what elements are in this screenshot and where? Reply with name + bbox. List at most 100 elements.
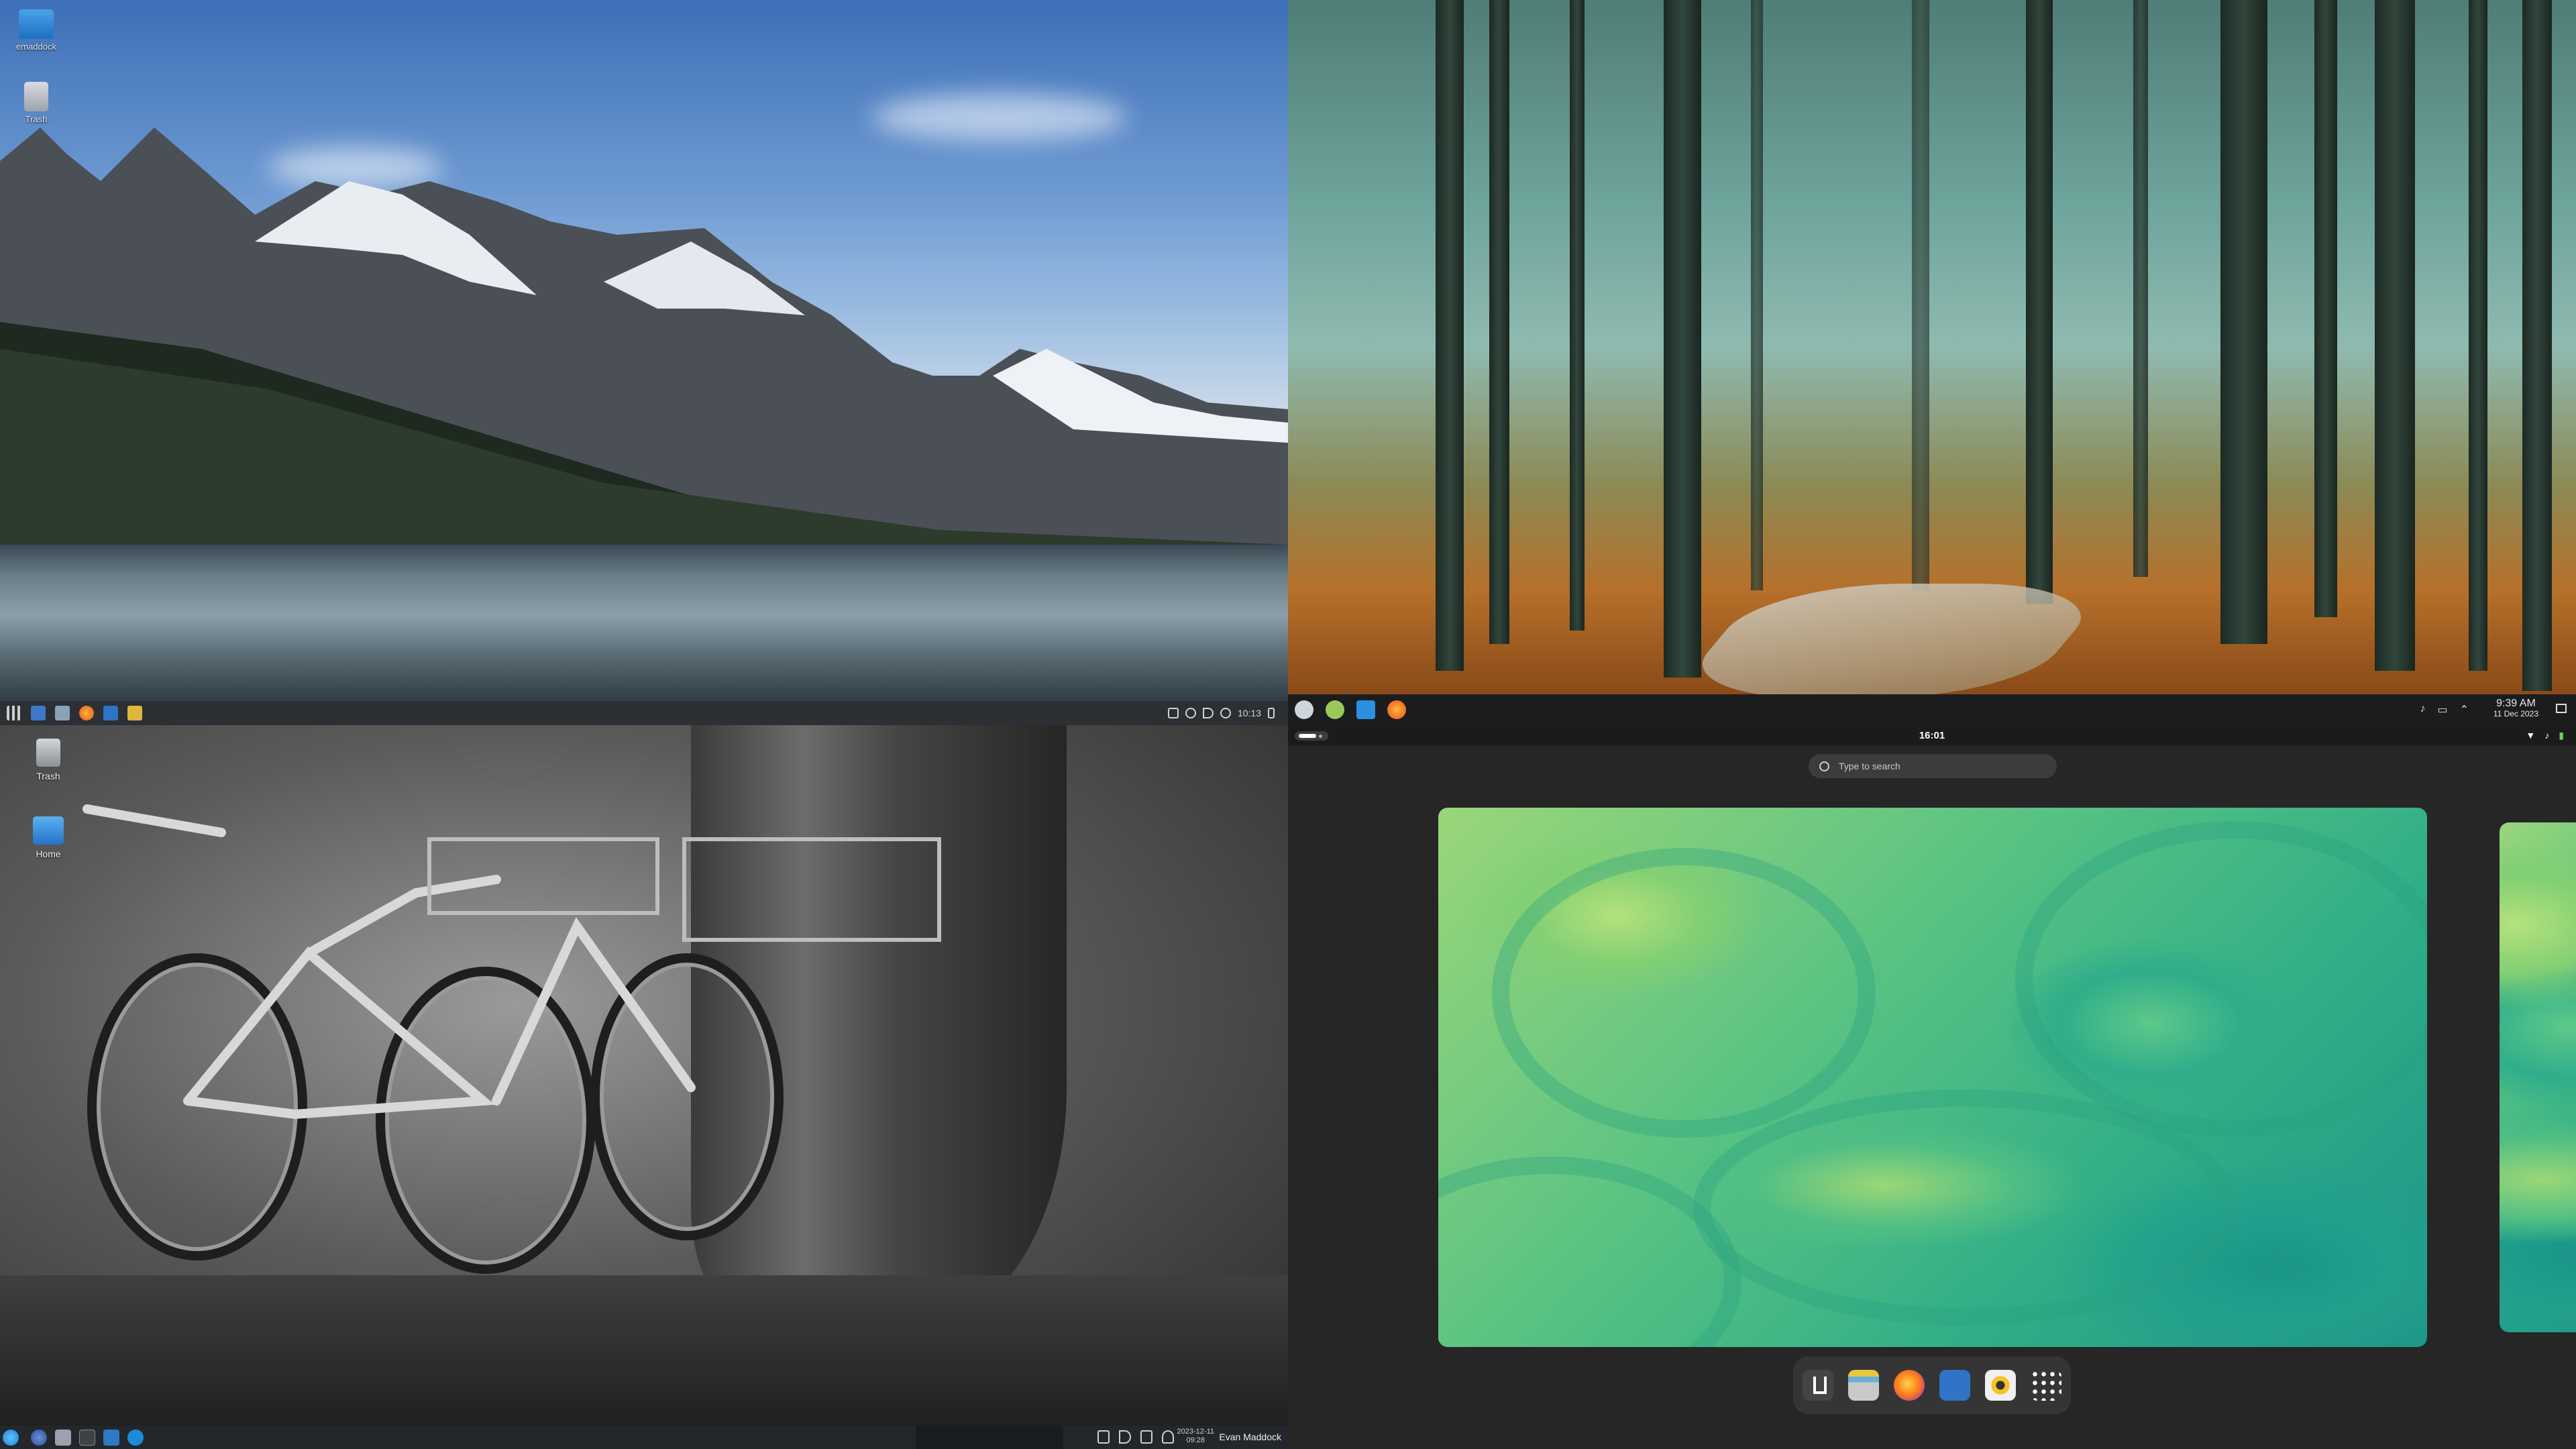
wallpaper-wave — [1693, 1089, 2238, 1326]
workspace-switcher[interactable] — [916, 1426, 1063, 1449]
panel-clock[interactable]: 9:39 AM 11 Dec 2023 — [2493, 698, 2538, 718]
system-tray: ♪ ▭ ⌃ — [2420, 703, 2469, 716]
terminal-icon[interactable] — [79, 1430, 95, 1446]
top-bar: 16:01 ▼ ♪ ▮ — [1288, 724, 2576, 746]
status-menu[interactable]: ▼ ♪ ▮ — [2526, 730, 2564, 741]
home-folder-icon — [19, 9, 54, 39]
discover-icon[interactable] — [103, 706, 118, 720]
display-icon[interactable]: ▭ — [2437, 703, 2447, 716]
lake-reflection — [0, 545, 1288, 701]
wallpaper-wave — [1438, 1157, 1741, 1347]
tree-trunk — [2220, 0, 2267, 644]
panel-clock[interactable]: 10:13 — [1238, 708, 1261, 718]
tree-trunk — [1664, 0, 1701, 678]
trash-icon — [24, 82, 48, 111]
notifications-icon[interactable] — [1185, 708, 1196, 718]
show-desktop-icon[interactable] — [2556, 704, 2567, 713]
chevron-up-icon[interactable]: ⌃ — [2460, 703, 2469, 716]
volume-icon[interactable] — [1202, 708, 1214, 718]
wallpaper-wave — [1492, 848, 1876, 1138]
download-icon[interactable] — [103, 1430, 119, 1446]
browser-icon[interactable] — [31, 1430, 47, 1446]
wallpaper-forest — [1288, 0, 2576, 694]
display-icon[interactable] — [1167, 708, 1179, 718]
desktop-icon-label: Trash — [36, 771, 60, 782]
tree-trunk — [2133, 0, 2148, 577]
app-launcher-icon[interactable] — [7, 706, 21, 720]
rhythmbox-icon[interactable] — [1985, 1370, 2016, 1401]
clock-time: 09:28 — [1186, 1436, 1205, 1445]
download-icon[interactable] — [31, 706, 46, 720]
mountain-range — [0, 127, 1288, 550]
network-icon: ▼ — [2526, 730, 2536, 741]
tree-trunk — [1570, 0, 1585, 631]
battery-icon[interactable] — [1140, 1430, 1152, 1444]
desktop-icon-trash[interactable]: Trash — [15, 82, 58, 124]
dash — [1793, 1356, 2071, 1414]
firefox-icon[interactable] — [79, 706, 94, 720]
files-icon[interactable] — [55, 706, 70, 720]
system-tray — [1097, 1430, 1174, 1444]
tree-trunk — [2469, 0, 2487, 671]
taskbar-top-left: 10:13 — [0, 701, 1288, 725]
system-tray: 10:13 — [1167, 701, 1288, 725]
display-icon[interactable] — [1097, 1430, 1110, 1444]
workspace-thumbnail-next[interactable] — [2500, 822, 2576, 1332]
home-folder-icon — [33, 816, 64, 845]
tree-trunk — [1436, 0, 1464, 671]
app-grid-icon[interactable] — [2031, 1370, 2061, 1401]
search-icon[interactable] — [127, 1430, 144, 1446]
desktop-icon-home[interactable]: emaddock — [15, 9, 58, 52]
tree-trunk — [2522, 0, 2552, 691]
search-input[interactable] — [1837, 760, 2041, 772]
firefox-icon[interactable] — [1387, 700, 1406, 719]
firefox-icon[interactable] — [1894, 1370, 1925, 1401]
search-bar[interactable] — [1809, 754, 2057, 778]
app-menu-icon[interactable] — [1295, 700, 1313, 719]
user-name[interactable]: Evan Maddock — [1219, 1432, 1281, 1442]
volume-icon[interactable] — [1119, 1430, 1131, 1444]
tree-trunk — [2314, 0, 2337, 617]
tree-trunk — [1912, 0, 1929, 590]
desktop-icon-label: emaddock — [16, 42, 56, 52]
clock-time: 9:39 AM — [2496, 698, 2536, 709]
trash-icon — [36, 739, 60, 767]
volume-icon: ♪ — [2544, 730, 2550, 741]
media-player-icon[interactable] — [127, 706, 142, 720]
video-player-icon[interactable] — [1939, 1370, 1970, 1401]
notifications-icon[interactable] — [1162, 1430, 1174, 1444]
files-icon[interactable] — [1848, 1370, 1879, 1401]
clock-date: 2023-12-11 — [1177, 1428, 1214, 1436]
desktop-icon-label: Home — [36, 849, 61, 859]
forest-path — [1669, 584, 2114, 694]
wallpaper-bicycles: Trash Home — [0, 725, 1288, 1426]
tree-trunk — [1751, 0, 1763, 590]
gnome-overview: 16:01 ▼ ♪ ▮ — [1288, 724, 2576, 1449]
search-icon — [1819, 761, 1829, 771]
battery-icon: ▮ — [2559, 730, 2564, 741]
workspace-thumbnail-active[interactable] — [1438, 808, 2427, 1347]
tree-trunk — [1489, 0, 1509, 644]
taskbar-top-right: ♪ ▭ ⌃ 9:39 AM 11 Dec 2023 — [1288, 694, 2576, 724]
panel-clock[interactable]: 2023-12-11 09:28 — [1177, 1428, 1214, 1445]
volume-icon[interactable]: ♪ — [2420, 703, 2425, 716]
wallpaper-wave — [2015, 821, 2427, 1138]
software-icon[interactable] — [1326, 700, 1344, 719]
taskbar-bottom-left: 2023-12-11 09:28 Evan Maddock — [0, 1426, 1288, 1449]
desktop-icon-home[interactable]: Home — [27, 816, 70, 859]
top-bar-clock[interactable]: 16:01 — [1288, 730, 2576, 741]
download-icon[interactable] — [1803, 1370, 1833, 1401]
power-icon[interactable] — [1220, 708, 1231, 718]
wallpaper-mountains: emaddock Trash — [0, 0, 1288, 701]
ground — [0, 1275, 1288, 1426]
clock-date: 11 Dec 2023 — [2493, 708, 2538, 718]
tree-trunk — [2026, 0, 2053, 604]
files-icon[interactable] — [1356, 700, 1375, 719]
show-desktop-icon[interactable] — [1268, 708, 1275, 718]
desktop-icon-trash[interactable]: Trash — [27, 739, 70, 782]
app-menu-icon[interactable] — [3, 1430, 19, 1446]
bicycle-frames — [83, 804, 941, 1120]
desktop-icon-label: Trash — [25, 114, 48, 124]
tree-trunk — [2375, 0, 2415, 671]
files-icon[interactable] — [55, 1430, 71, 1446]
